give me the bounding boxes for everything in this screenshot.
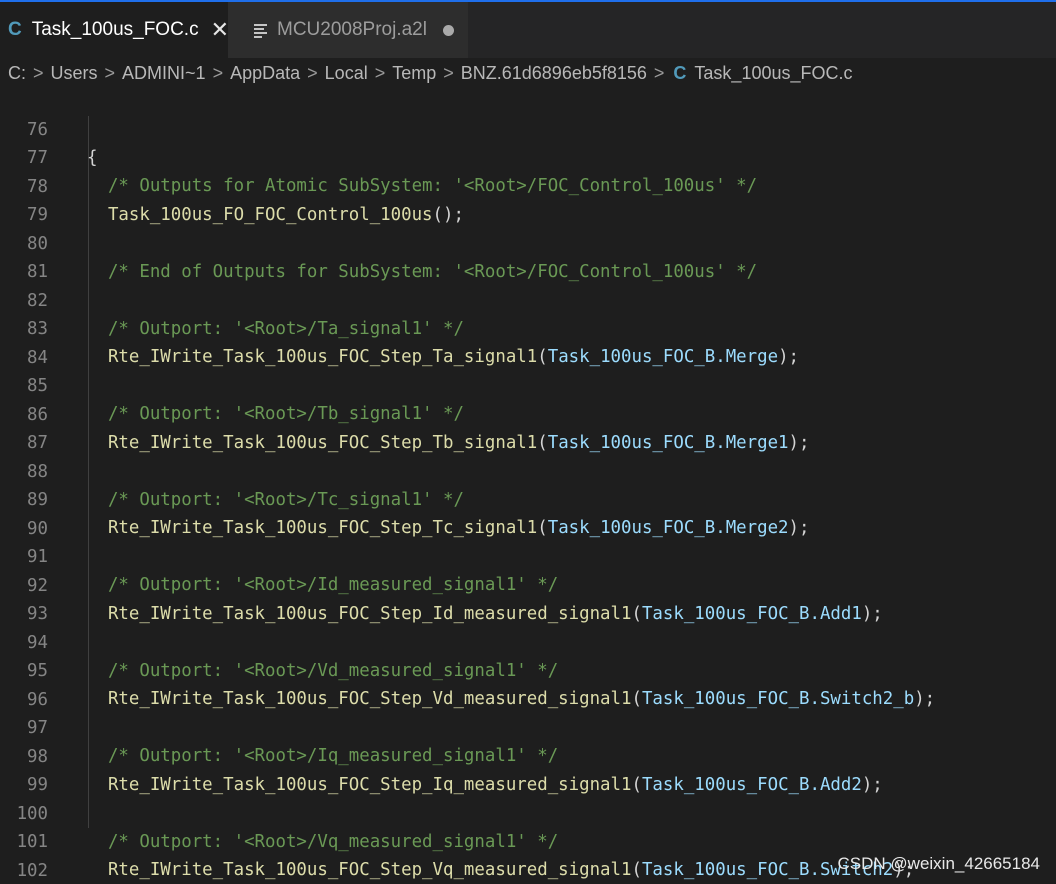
code-line: 89 Rte_IWrite_Task_100us_FOC_Step_Tc_sig…: [0, 458, 1056, 538]
code-line: 80 /* End of Outputs for SubSystem: '<Ro…: [0, 202, 1056, 282]
chevron-right-icon: >: [374, 62, 386, 83]
chevron-right-icon: >: [307, 62, 318, 83]
code-line: 81: [0, 230, 1056, 282]
breadcrumb: C: > Users > ADMINI~1 > AppData > Local …: [0, 58, 1056, 88]
tab-task-100us-foc-c[interactable]: C Task_100us_FOC.c ✕: [0, 2, 229, 58]
code-line: 83 Rte_IWrite_Task_100us_FOC_Step_Ta_sig…: [0, 287, 1056, 367]
breadcrumb-item[interactable]: C:: [8, 63, 26, 84]
code-line: 77 /* Outputs for Atomic SubSystem: '<Ro…: [0, 116, 1056, 196]
code-line: 94 /* Outport: '<Root>/Vd_measured_signa…: [0, 601, 1056, 681]
code-line: 86 Rte_IWrite_Task_100us_FOC_Step_Tb_sig…: [0, 373, 1056, 453]
code-line: 95 Rte_IWrite_Task_100us_FOC_Step_Vd_mea…: [0, 629, 1056, 709]
code-line: 98 Rte_IWrite_Task_100us_FOC_Step_Iq_mea…: [0, 715, 1056, 795]
code-line: 84: [0, 316, 1056, 368]
breadcrumb-item[interactable]: ADMINI~1: [122, 63, 206, 84]
code-line: 85 /* Outport: '<Root>/Tb_signal1' */: [0, 344, 1056, 424]
code-line: 87: [0, 401, 1056, 453]
code-line: 101 Rte_IWrite_Task_100us_FOC_Step_Vq_me…: [0, 800, 1056, 880]
editor-window: C Task_100us_FOC.c ✕ MCU2008Proj.a2l C: …: [0, 0, 1056, 884]
watermark: CSDN @weixin_42665184: [837, 854, 1040, 873]
c-file-icon: C: [8, 19, 22, 40]
close-icon[interactable]: ✕: [211, 19, 229, 41]
tab-label: Task_100us_FOC.c: [31, 19, 199, 40]
chevron-right-icon: >: [104, 62, 116, 83]
chevron-right-icon: >: [33, 62, 44, 83]
tab-bar: C Task_100us_FOC.c ✕ MCU2008Proj.a2l: [0, 0, 1056, 58]
code-editor[interactable]: 76 { 77 /* Outputs for Atomic SubSystem:…: [0, 88, 1056, 884]
breadcrumb-file[interactable]: Task_100us_FOC.c: [694, 63, 852, 84]
unsaved-dot-icon[interactable]: [442, 24, 454, 36]
code-line: 79: [0, 173, 1056, 225]
code-line: 82 /* Outport: '<Root>/Ta_signal1' */: [0, 259, 1056, 339]
chevron-right-icon: >: [212, 62, 224, 83]
code-line: 92 Rte_IWrite_Task_100us_FOC_Step_Id_mea…: [0, 544, 1056, 624]
code-line: 100 /* Outport: '<Root>/Vq_measured_sign…: [0, 772, 1056, 852]
code-line: 96: [0, 658, 1056, 710]
code-line: 102 }: [0, 829, 1056, 881]
code-line: 90: [0, 487, 1056, 539]
code-line: 88 /* Outport: '<Root>/Tc_signal1' */: [0, 430, 1056, 510]
tab-mcu2008proj-a2l[interactable]: MCU2008Proj.a2l: [228, 2, 468, 58]
breadcrumb-item[interactable]: Local: [325, 63, 368, 84]
breadcrumb-item[interactable]: Temp: [392, 63, 436, 84]
breadcrumb-item[interactable]: BNZ.61d6896eb5f8156: [461, 63, 647, 84]
c-file-icon: C: [673, 62, 687, 83]
code-line: 78 Task_100us_FO_FOC_Control_100us();: [0, 145, 1056, 225]
text-file-icon: [254, 23, 267, 38]
breadcrumb-item[interactable]: AppData: [230, 63, 300, 84]
code-line: 76 {: [0, 88, 1056, 168]
tab-label: MCU2008Proj.a2l: [277, 19, 427, 40]
chevron-right-icon: >: [653, 62, 665, 83]
breadcrumb-item[interactable]: Users: [51, 63, 98, 84]
chevron-right-icon: >: [443, 62, 454, 83]
code-line: 99: [0, 743, 1056, 795]
code-line: 91 /* Outport: '<Root>/Id_measured_signa…: [0, 515, 1056, 595]
code-line: 93: [0, 572, 1056, 624]
code-line: 97 /* Outport: '<Root>/Iq_measured_signa…: [0, 686, 1056, 766]
